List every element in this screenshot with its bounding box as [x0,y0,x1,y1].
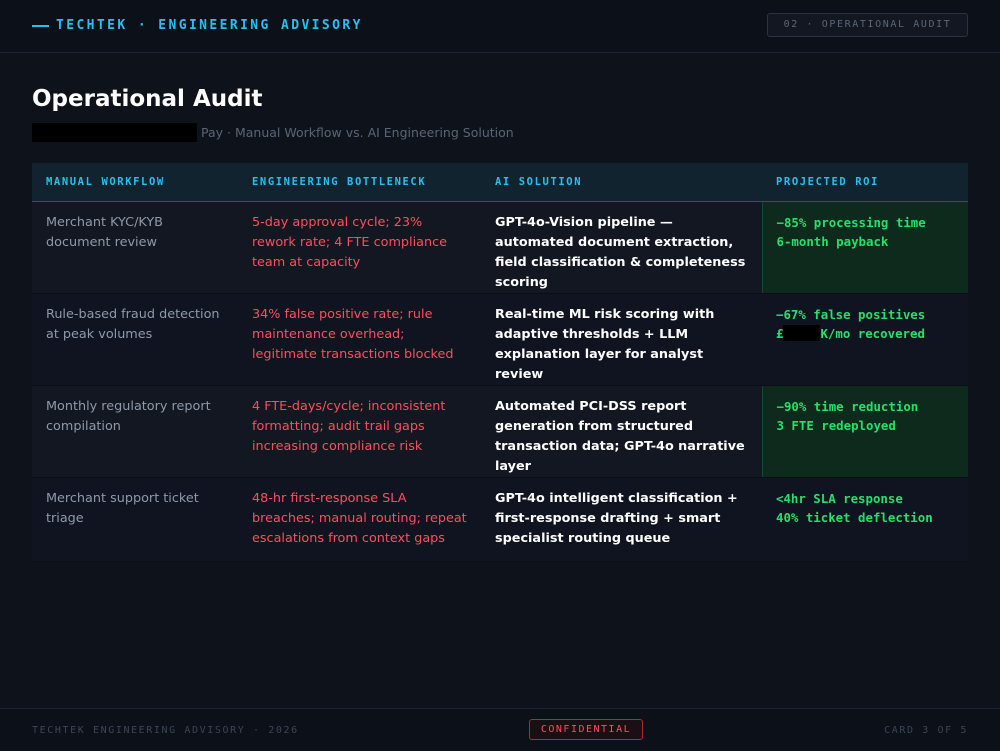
column-header-solution: AI SOLUTION [481,163,762,202]
roi-cell: −85% processing time 6-month payback [761,201,968,294]
roi-cell: −67% false positives £ K/mo recovered [762,293,968,386]
roi-line: 6-month payback [776,234,889,249]
brand-name: TECHTEK · ENGINEERING ADVISORY [56,18,363,33]
brand-dash [32,24,49,27]
roi-line: −90% time reduction [776,399,919,414]
table-row: Merchant KYC/KYB document review 5-day a… [32,201,968,294]
redacted-amount [783,325,821,341]
bottleneck-cell: 5-day approval cycle; 23% rework rate; 4… [238,201,481,294]
page-title: Operational Audit [32,86,263,112]
workflow-cell: Merchant support ticket triage [32,477,238,562]
card-counter: CARD 3 OF 5 [884,725,968,736]
roi-line: <4hr SLA response [776,491,903,506]
roi-line: 40% ticket deflection [776,510,933,525]
workflow-cell: Monthly regulatory report compilation [32,385,238,478]
bottleneck-cell: 34% false positive rate; rule maintenanc… [238,293,481,386]
solution-cell: Real-time ML risk scoring with adaptive … [481,293,762,386]
audit-table: MANUAL WORKFLOW ENGINEERING BOTTLENECK A… [32,163,968,562]
solution-cell: GPT-4o intelligent classification + firs… [481,477,762,562]
bottleneck-cell: 48-hr first-response SLA breaches; manua… [238,477,481,562]
footer-copyright: TECHTEK ENGINEERING ADVISORY · 2026 [32,725,299,736]
solution-cell: GPT-4o-Vision pipeline — automated docum… [481,201,762,294]
redacted-client-name [32,122,197,142]
confidential-badge: CONFIDENTIAL [529,719,643,740]
roi-suffix: K/mo recovered [820,326,925,341]
subtitle-text: Pay · Manual Workflow vs. AI Engineering… [201,124,514,140]
workflow-cell: Rule-based fraud detection at peak volum… [32,293,238,386]
currency-symbol: £ [776,326,784,341]
table-row: Monthly regulatory report compilation 4 … [32,385,968,478]
section-badge: 02 · OPERATIONAL AUDIT [767,13,968,37]
column-header-bottleneck: ENGINEERING BOTTLENECK [238,163,481,202]
bottleneck-cell: 4 FTE-days/cycle; inconsistent formattin… [238,385,481,478]
column-header-roi: PROJECTED ROI [762,163,968,202]
solution-cell: Automated PCI-DSS report generation from… [481,385,762,478]
roi-line: £ K/mo recovered [776,324,954,343]
page-subtitle: Pay · Manual Workflow vs. AI Engineering… [32,122,514,142]
table-row: Merchant support ticket triage 48-hr fir… [32,477,968,562]
table-row: Rule-based fraud detection at peak volum… [32,293,968,386]
brand: TECHTEK · ENGINEERING ADVISORY [32,18,363,33]
roi-cell: <4hr SLA response 40% ticket deflection [762,477,968,562]
table-header-row: MANUAL WORKFLOW ENGINEERING BOTTLENECK A… [32,163,968,202]
footer: TECHTEK ENGINEERING ADVISORY · 2026 CONF… [0,708,1000,751]
column-header-workflow: MANUAL WORKFLOW [32,163,238,202]
roi-line: 3 FTE redeployed [776,418,896,433]
roi-cell: −90% time reduction 3 FTE redeployed [761,385,968,478]
roi-line: −67% false positives [776,307,926,322]
roi-line: −85% processing time [776,215,926,230]
top-bar: TECHTEK · ENGINEERING ADVISORY 02 · OPER… [0,0,1000,53]
workflow-cell: Merchant KYC/KYB document review [32,201,238,294]
